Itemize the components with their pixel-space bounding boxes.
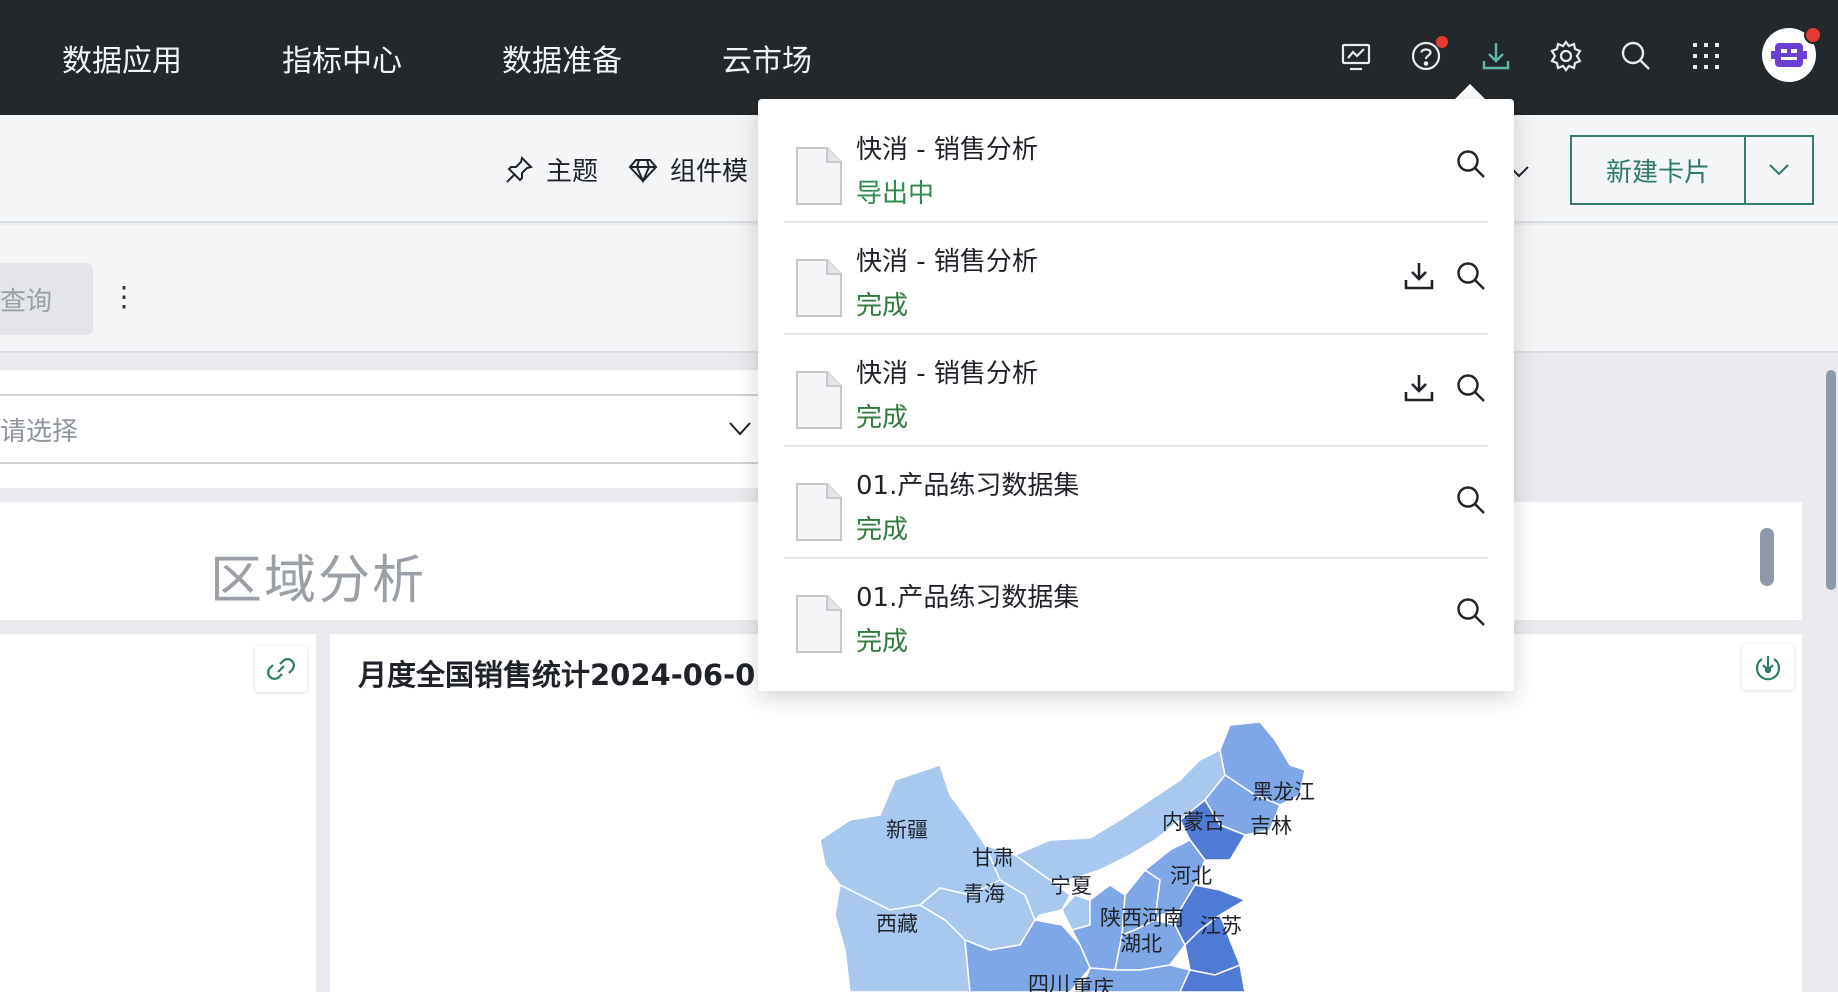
chevron-down-icon [729,422,751,436]
map-label: 甘肃 [972,846,1014,870]
select-placeholder: 请选择 [0,416,79,447]
nav-item-data-prep[interactable]: 数据准备 [502,36,622,80]
theme-label: 主题 [546,157,599,187]
chart-download-button[interactable] [1742,644,1794,690]
preview-search-icon[interactable] [1454,259,1488,293]
download-item-status: 完成 [856,515,909,545]
filter-select[interactable]: 请选择 [0,394,760,464]
card-scroll-handle[interactable] [1760,528,1774,586]
search-icon[interactable] [1616,36,1656,76]
map-label: 重庆 [1072,976,1114,992]
download-item-name: 01.产品练习数据集 [856,583,1080,613]
download-item-name: 快消 - 销售分析 [856,247,1038,277]
dropdown-caret [1454,84,1486,100]
chevron-down-icon [1769,164,1789,176]
map-label: 湖北 [1120,932,1162,956]
download-item-name: 快消 - 销售分析 [856,135,1038,165]
page-scrollbar[interactable] [1826,370,1836,590]
more-options-icon[interactable]: ⋮ [110,283,138,311]
nav-item-data-apps[interactable]: 数据应用 [62,36,182,80]
chart-title: 月度全国销售统计2024-06-0 [358,658,756,692]
top-nav: 数据应用 指标中心 数据准备 云市场 [0,0,1838,115]
china-sales-map: 黑龙江 吉林 内蒙古 新疆 甘肃 宁夏 河北 青海 陕西 河南 江苏 西藏 湖北… [800,720,1340,992]
query-button[interactable]: 查询 [0,263,93,335]
download-item: 01.产品练习数据集 完成 [784,447,1488,559]
download-item-name: 01.产品练习数据集 [856,471,1080,501]
download-file-icon[interactable] [1402,259,1436,293]
map-label: 江苏 [1200,914,1242,938]
map-label: 宁夏 [1050,874,1092,898]
download-circle-icon [1755,656,1781,681]
filter-select-row: 请选择 [0,370,780,488]
download-item: 快消 - 销售分析 完成 [784,335,1488,447]
link-button[interactable] [255,646,307,692]
download-icon[interactable] [1476,36,1516,76]
map-label: 河北 [1170,864,1212,888]
download-item: 快消 - 销售分析 完成 [784,223,1488,335]
file-icon [796,371,842,429]
new-card-dropdown-button[interactable] [1746,137,1812,203]
theme-button[interactable]: 主题 [504,151,598,188]
settings-icon[interactable] [1546,36,1586,76]
download-list-dropdown: 快消 - 销售分析 导出中 快消 - 销售分析 完成 快消 - 销售分析 完成 … [758,99,1514,691]
preview-search-icon[interactable] [1454,147,1488,181]
pin-icon [506,155,533,183]
nav-item-cloud-market[interactable]: 云市场 [722,36,812,80]
map-label: 西藏 [876,912,918,936]
file-icon [796,595,842,653]
file-icon [796,259,842,317]
preview-search-icon[interactable] [1454,483,1488,517]
map-label: 黑龙江 [1252,780,1315,804]
download-item-name: 快消 - 销售分析 [856,359,1038,389]
avatar[interactable] [1762,26,1822,82]
map-label: 青海 [963,882,1005,906]
file-icon [796,147,842,205]
preview-search-icon[interactable] [1454,371,1488,405]
download-item: 01.产品练习数据集 完成 [784,559,1488,671]
download-item-status: 完成 [856,403,909,433]
nav-item-metrics-center[interactable]: 指标中心 [282,36,402,80]
new-card-button-group: 新建卡片 [1570,135,1814,205]
file-icon [796,483,842,541]
preview-search-icon[interactable] [1454,595,1488,629]
map-svg [819,721,1306,992]
map-label: 吉林 [1250,814,1292,838]
download-item-status: 完成 [856,627,909,657]
diamond-icon [628,158,658,184]
download-item-status: 导出中 [856,179,935,209]
monitor-icon[interactable] [1336,36,1376,76]
notification-dot [1436,36,1448,48]
avatar-notification-badge [1804,26,1822,44]
new-card-button[interactable]: 新建卡片 [1572,137,1746,203]
apps-grid-icon[interactable] [1686,36,1726,76]
component-template-button[interactable]: 组件模 [628,151,748,188]
map-label: 四川 [1028,972,1070,992]
robot-avatar-icon [1771,43,1807,67]
query-label: 查询 [0,286,53,317]
link-icon [267,658,295,680]
download-item-status: 完成 [856,291,909,321]
section-title: 区域分析 [210,551,427,611]
map-label: 新疆 [886,818,928,842]
help-icon[interactable] [1406,36,1448,76]
download-item: 快消 - 销售分析 导出中 [784,111,1488,223]
component-template-label: 组件模 [670,157,749,187]
download-file-icon[interactable] [1402,371,1436,405]
map-label: 内蒙古 [1162,810,1225,834]
